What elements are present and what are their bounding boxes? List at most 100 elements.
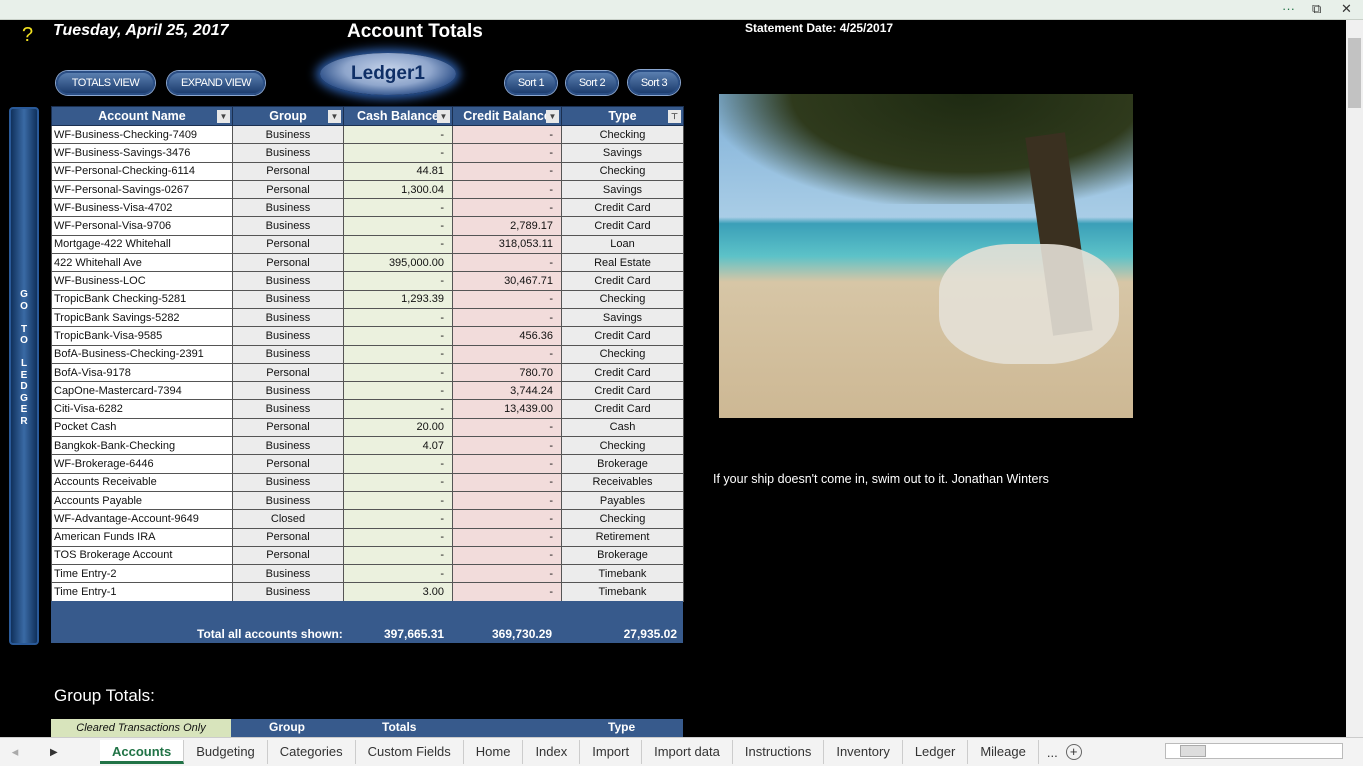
- cell-group[interactable]: Business: [232, 271, 344, 291]
- cell-credit-balance[interactable]: -: [452, 179, 562, 200]
- cell-type[interactable]: Checking: [561, 436, 684, 456]
- cell-cash-balance[interactable]: -: [343, 344, 453, 364]
- cell-type[interactable]: Savings: [561, 179, 684, 200]
- cell-cash-balance[interactable]: 1,293.39: [343, 289, 453, 309]
- cell-account-name[interactable]: WF-Personal-Checking-6114: [51, 161, 233, 181]
- cell-cash-balance[interactable]: -: [343, 454, 453, 474]
- restore-icon[interactable]: ⧉: [1312, 1, 1321, 17]
- cell-cash-balance[interactable]: 1,300.04: [343, 179, 453, 200]
- cell-account-name[interactable]: WF-Business-LOC: [51, 271, 233, 291]
- cell-cash-balance[interactable]: -: [343, 545, 453, 566]
- cell-account-name[interactable]: Time Entry-1: [51, 582, 233, 602]
- close-icon[interactable]: ✕: [1341, 1, 1352, 17]
- cell-cash-balance[interactable]: -: [343, 234, 453, 255]
- cell-cash-balance[interactable]: -: [343, 527, 453, 547]
- cell-type[interactable]: Payables: [561, 490, 684, 511]
- cell-group[interactable]: Personal: [232, 362, 344, 383]
- cell-type[interactable]: Credit Card: [561, 198, 684, 218]
- cell-type[interactable]: Credit Card: [561, 362, 684, 383]
- sheet-tab-home[interactable]: Home: [464, 740, 524, 764]
- cell-account-name[interactable]: TropicBank-Visa-9585: [51, 326, 233, 346]
- horizontal-scrollbar[interactable]: [1165, 743, 1343, 759]
- cell-type[interactable]: Credit Card: [561, 216, 684, 236]
- cell-cash-balance[interactable]: -: [343, 326, 453, 346]
- cell-account-name[interactable]: Mortgage-422 Whitehall: [51, 234, 233, 255]
- cell-cash-balance[interactable]: -: [343, 472, 453, 492]
- cell-group[interactable]: Closed: [232, 509, 344, 529]
- cell-cash-balance[interactable]: 3.00: [343, 582, 453, 602]
- cell-group[interactable]: Business: [232, 490, 344, 511]
- cell-group[interactable]: Business: [232, 436, 344, 456]
- cell-cash-balance[interactable]: -: [343, 198, 453, 218]
- cell-credit-balance[interactable]: -: [452, 143, 562, 163]
- cell-group[interactable]: Personal: [232, 527, 344, 547]
- cell-cash-balance[interactable]: -: [343, 399, 453, 419]
- cell-type[interactable]: Cash: [561, 417, 684, 438]
- cell-cash-balance[interactable]: -: [343, 124, 453, 145]
- cell-credit-balance[interactable]: -: [452, 124, 562, 145]
- cell-credit-balance[interactable]: 13,439.00: [452, 399, 562, 419]
- sort-2-button[interactable]: Sort 2: [566, 71, 618, 95]
- sheet-tab-ledger[interactable]: Ledger: [903, 740, 969, 764]
- cell-account-name[interactable]: Pocket Cash: [51, 417, 233, 438]
- cell-account-name[interactable]: Accounts Payable: [51, 490, 233, 511]
- cell-group[interactable]: Business: [232, 344, 344, 364]
- sheet-tab-import[interactable]: Import: [580, 740, 643, 764]
- cell-credit-balance[interactable]: 780.70: [452, 362, 562, 383]
- cell-group[interactable]: Business: [232, 564, 344, 584]
- cell-account-name[interactable]: WF-Personal-Visa-9706: [51, 216, 233, 236]
- cell-cash-balance[interactable]: 44.81: [343, 161, 453, 181]
- cell-credit-balance[interactable]: -: [452, 454, 562, 474]
- sheet-tab-budgeting[interactable]: Budgeting: [184, 740, 268, 764]
- cell-cash-balance[interactable]: 395,000.00: [343, 253, 453, 273]
- cell-group[interactable]: Personal: [232, 234, 344, 255]
- filter-icon[interactable]: ⊤: [668, 110, 681, 123]
- sheet-tab-instructions[interactable]: Instructions: [733, 740, 825, 764]
- cell-credit-balance[interactable]: -: [452, 490, 562, 511]
- cell-account-name[interactable]: BofA-Business-Checking-2391: [51, 344, 233, 364]
- cell-group[interactable]: Personal: [232, 454, 344, 474]
- dropdown-icon[interactable]: ▼: [217, 110, 230, 123]
- sort-3-button[interactable]: Sort 3: [628, 70, 680, 95]
- cell-credit-balance[interactable]: -: [452, 161, 562, 181]
- cell-cash-balance[interactable]: -: [343, 143, 453, 163]
- cell-group[interactable]: Business: [232, 582, 344, 602]
- cell-account-name[interactable]: WF-Personal-Savings-0267: [51, 179, 233, 200]
- cell-type[interactable]: Savings: [561, 307, 684, 328]
- cell-cash-balance[interactable]: -: [343, 307, 453, 328]
- go-to-ledger-button[interactable]: GO TO LEDGER: [9, 107, 39, 645]
- cell-credit-balance[interactable]: -: [452, 509, 562, 529]
- sheet-tab-categories[interactable]: Categories: [268, 740, 356, 764]
- cell-type[interactable]: Real Estate: [561, 253, 684, 273]
- sort-1-button[interactable]: Sort 1: [505, 71, 557, 95]
- cell-account-name[interactable]: American Funds IRA: [51, 527, 233, 547]
- cell-account-name[interactable]: WF-Brokerage-6446: [51, 454, 233, 474]
- cell-credit-balance[interactable]: 456.36: [452, 326, 562, 346]
- cell-cash-balance[interactable]: -: [343, 381, 453, 401]
- cell-account-name[interactable]: WF-Business-Visa-4702: [51, 198, 233, 218]
- scroll-tabs-right-icon[interactable]: ▶: [30, 747, 100, 758]
- cell-credit-balance[interactable]: 318,053.11: [452, 234, 562, 255]
- cell-type[interactable]: Timebank: [561, 564, 684, 584]
- expand-view-button[interactable]: EXPAND VIEW: [167, 71, 265, 95]
- cleared-only-toggle[interactable]: Cleared Transactions Only: [51, 719, 231, 737]
- cell-account-name[interactable]: 422 Whitehall Ave: [51, 253, 233, 273]
- cell-cash-balance[interactable]: -: [343, 362, 453, 383]
- sheet-tab-accounts[interactable]: Accounts: [100, 740, 185, 764]
- cell-cash-balance[interactable]: -: [343, 509, 453, 529]
- cell-group[interactable]: Business: [232, 307, 344, 328]
- help-icon[interactable]: ?: [22, 24, 33, 47]
- more-tabs[interactable]: ...: [1039, 745, 1066, 760]
- cell-group[interactable]: Personal: [232, 253, 344, 273]
- cell-account-name[interactable]: Citi-Visa-6282: [51, 399, 233, 419]
- cell-credit-balance[interactable]: 2,789.17: [452, 216, 562, 236]
- cell-account-name[interactable]: CapOne-Mastercard-7394: [51, 381, 233, 401]
- cell-type[interactable]: Credit Card: [561, 326, 684, 346]
- cell-account-name[interactable]: WF-Advantage-Account-9649: [51, 509, 233, 529]
- cell-type[interactable]: Savings: [561, 143, 684, 163]
- ledger-button[interactable]: Ledger1: [320, 53, 456, 95]
- dropdown-icon[interactable]: ▼: [546, 110, 559, 123]
- cell-type[interactable]: Checking: [561, 124, 684, 145]
- cell-group[interactable]: Business: [232, 143, 344, 163]
- cell-group[interactable]: Business: [232, 399, 344, 419]
